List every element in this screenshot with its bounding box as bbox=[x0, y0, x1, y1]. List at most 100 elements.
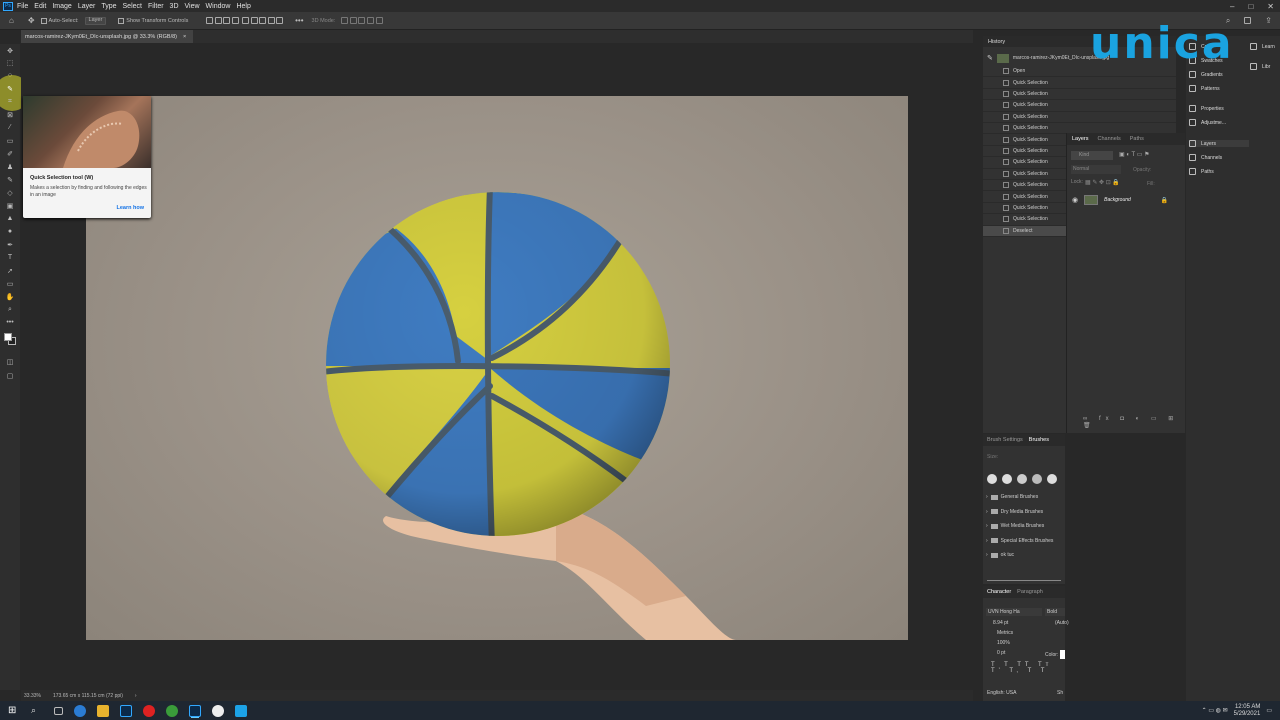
chrome-icon[interactable] bbox=[166, 704, 178, 717]
maximize-icon[interactable]: □ bbox=[1248, 2, 1253, 11]
photoshop-taskbar-icon[interactable] bbox=[189, 704, 201, 717]
recorder-icon[interactable] bbox=[143, 704, 155, 717]
windows-start-icon[interactable]: ⊞ bbox=[8, 705, 20, 717]
brush-tool-icon[interactable]: ✐ bbox=[5, 149, 15, 158]
menu-window[interactable]: Window bbox=[206, 3, 231, 10]
path-selection-tool-icon[interactable]: ➚ bbox=[5, 266, 15, 275]
menu-type[interactable]: Type bbox=[101, 3, 116, 10]
panel-paths[interactable]: Paths bbox=[1189, 168, 1214, 175]
brush-folder[interactable]: › Wet Media Brushes bbox=[986, 523, 1044, 529]
premiere-icon[interactable] bbox=[120, 704, 132, 717]
layer-filter-kind[interactable]: Kind bbox=[1071, 151, 1113, 160]
kerning-dropdown[interactable]: Metrics bbox=[997, 630, 1013, 636]
transform-controls-checkbox[interactable]: Show Transform Controls bbox=[118, 17, 188, 24]
visibility-eye-icon[interactable]: ◉ bbox=[1072, 196, 1078, 204]
type-tool-icon[interactable]: T bbox=[5, 253, 15, 262]
close-icon[interactable]: ✕ bbox=[1267, 2, 1274, 11]
workspace-icon[interactable] bbox=[1244, 17, 1252, 24]
3d-mode-buttons[interactable] bbox=[341, 17, 383, 24]
menu-view[interactable]: View bbox=[185, 3, 200, 10]
font-style-dropdown[interactable]: Bold bbox=[1045, 608, 1065, 616]
task-view-icon[interactable] bbox=[54, 706, 63, 715]
history-item[interactable]: Quick Selection bbox=[983, 112, 1176, 123]
eraser-tool-icon[interactable]: ◇ bbox=[5, 188, 15, 197]
home-icon[interactable]: ⌂ bbox=[9, 16, 14, 25]
language-dropdown[interactable]: English: USA bbox=[987, 690, 1016, 696]
tab-paths[interactable]: Paths bbox=[1130, 136, 1144, 142]
history-item[interactable]: Quick Selection bbox=[983, 89, 1176, 101]
align-buttons[interactable] bbox=[206, 17, 284, 24]
edit-toolbar-icon[interactable]: ••• bbox=[5, 318, 15, 327]
brush-folder[interactable]: › General Brushes bbox=[986, 494, 1038, 500]
rectangle-tool-icon[interactable]: ▭ bbox=[5, 279, 15, 288]
dodge-tool-icon[interactable]: ● bbox=[5, 227, 15, 236]
history-item[interactable]: Quick Selection bbox=[983, 100, 1176, 112]
layer-actions-bar[interactable]: ∞ fx ◘ ◐ ▭ ⊞ 🗑 bbox=[1083, 415, 1185, 429]
foreground-color-swatch[interactable] bbox=[4, 333, 12, 341]
file-explorer-icon[interactable] bbox=[97, 704, 109, 717]
expand-arrow-icon[interactable]: › bbox=[986, 538, 988, 544]
type-style-buttons[interactable]: T T TT Tт T' T, T T bbox=[991, 662, 1065, 674]
expand-arrow-icon[interactable]: › bbox=[986, 509, 988, 515]
vertical-scale-field[interactable]: 100% bbox=[997, 640, 1010, 646]
menu-image[interactable]: Image bbox=[52, 3, 71, 10]
crop-tool-icon[interactable]: ⌗ bbox=[5, 97, 15, 106]
tab-channels[interactable]: Channels bbox=[1098, 136, 1121, 142]
tab-brush-settings[interactable]: Brush Settings bbox=[987, 437, 1023, 443]
blend-mode-dropdown[interactable]: Normal bbox=[1071, 165, 1121, 174]
tab-character[interactable]: Character bbox=[987, 589, 1011, 595]
panel-properties[interactable]: Properties bbox=[1189, 105, 1224, 112]
tray-icons[interactable]: ⌃ ▭ ◍ ✉ bbox=[1202, 707, 1228, 714]
history-brush-tool-icon[interactable]: ✎ bbox=[5, 175, 15, 184]
more-options-icon[interactable]: ••• bbox=[295, 16, 303, 25]
expand-arrow-icon[interactable]: › bbox=[986, 523, 988, 529]
leading-field[interactable]: (Auto) bbox=[1055, 620, 1069, 626]
menu-select[interactable]: Select bbox=[123, 3, 142, 10]
auto-select-target-dropdown[interactable]: Layer bbox=[84, 16, 107, 25]
tab-layers[interactable]: Layers bbox=[1072, 136, 1089, 142]
hand-tool-icon[interactable]: ✋ bbox=[5, 292, 15, 301]
blur-tool-icon[interactable]: ▲ bbox=[5, 214, 15, 223]
pen-tool-icon[interactable]: ✒ bbox=[5, 240, 15, 249]
menu-file[interactable]: File bbox=[17, 3, 28, 10]
edge-browser-icon[interactable] bbox=[74, 704, 86, 717]
healing-brush-tool-icon[interactable]: ▭ bbox=[5, 136, 15, 145]
menu-edit[interactable]: Edit bbox=[34, 3, 46, 10]
auto-select-checkbox[interactable]: Auto-Select: bbox=[40, 17, 79, 24]
panel-layers[interactable]: Layers bbox=[1189, 140, 1249, 147]
menu-help[interactable]: Help bbox=[236, 3, 250, 10]
history-tab[interactable]: History bbox=[988, 39, 1005, 45]
move-tool-icon[interactable]: ✥ bbox=[28, 16, 35, 25]
menu-filter[interactable]: Filter bbox=[148, 3, 164, 10]
brush-size-slider[interactable] bbox=[987, 580, 1061, 581]
brush-presets[interactable] bbox=[987, 474, 1057, 484]
history-item[interactable]: Quick Selection bbox=[983, 77, 1176, 89]
eyedropper-tool-icon[interactable]: ⁄ bbox=[5, 123, 15, 132]
tab-brushes[interactable]: Brushes bbox=[1029, 437, 1049, 443]
font-family-dropdown[interactable]: UVN Hong Ha bbox=[986, 608, 1042, 616]
quick-mask-icon[interactable]: ◫ bbox=[5, 357, 15, 366]
search-icon[interactable]: ⌕ bbox=[31, 705, 43, 717]
close-tab-icon[interactable]: × bbox=[183, 34, 186, 40]
brush-folder[interactable]: › Special Effects Brushes bbox=[986, 538, 1053, 544]
brush-folder[interactable]: › Dry Media Brushes bbox=[986, 509, 1043, 515]
layer-filter-icons[interactable]: ▣ ◐ T ▭ ⚑ bbox=[1119, 151, 1149, 158]
menu-layer[interactable]: Layer bbox=[78, 3, 96, 10]
clock[interactable]: 12:05 AM 5/29/2021 bbox=[1234, 704, 1261, 718]
tab-paragraph[interactable]: Paragraph bbox=[1017, 589, 1043, 595]
quick-selection-tool-icon[interactable]: ✎ bbox=[5, 84, 15, 93]
clone-stamp-tool-icon[interactable]: ♟ bbox=[5, 162, 15, 171]
marquee-tool-icon[interactable]: ⬚ bbox=[5, 58, 15, 67]
share-icon[interactable]: ⇪ bbox=[1265, 16, 1272, 25]
lock-icons[interactable]: ▦ ✎ ✥ ⊡ 🔒 bbox=[1085, 179, 1120, 186]
menu-3d[interactable]: 3D bbox=[170, 3, 179, 10]
panel-gradients[interactable]: Gradients bbox=[1189, 71, 1223, 78]
chrome-profile-icon[interactable] bbox=[212, 704, 224, 717]
frame-tool-icon[interactable]: ⊠ bbox=[5, 110, 15, 119]
panel-patterns[interactable]: Patterns bbox=[1189, 85, 1220, 92]
notification-icon[interactable]: ▭ bbox=[1266, 707, 1272, 714]
zoom-tool-icon[interactable]: ⌕ bbox=[5, 305, 15, 314]
panel-channels[interactable]: Channels bbox=[1189, 154, 1222, 161]
font-size-field[interactable]: 8.94 pt bbox=[993, 620, 1008, 626]
baseline-shift-field[interactable]: 0 pt bbox=[997, 650, 1005, 656]
